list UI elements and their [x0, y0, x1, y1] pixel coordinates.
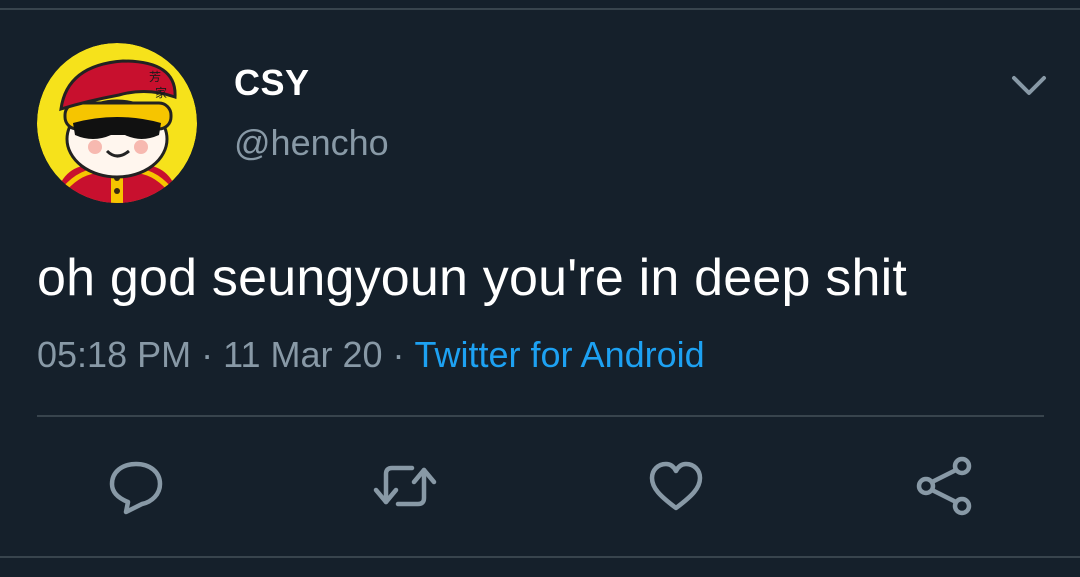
tweet-metadata: 05:18 PM · 11 Mar 20 · Twitter for Android [37, 334, 705, 376]
actions-divider [37, 415, 1044, 417]
retweet-button[interactable] [372, 456, 437, 516]
heart-icon [649, 461, 703, 511]
separator-dot: · [201, 334, 214, 375]
tweet-time: 05:18 PM [37, 334, 192, 375]
author-display-name[interactable]: CSY [234, 62, 310, 104]
tweet-text: oh god seungyoun you're in deep shit [37, 249, 907, 307]
avatar-illustration: 芳 家 [37, 43, 197, 203]
tweet-date: 11 Mar 20 [223, 334, 383, 375]
svg-text:芳: 芳 [149, 70, 161, 84]
top-divider [0, 8, 1080, 10]
separator-dot: · [392, 334, 405, 375]
reply-button[interactable] [106, 456, 166, 516]
author-handle[interactable]: @hencho [234, 122, 389, 164]
share-button[interactable] [914, 456, 974, 516]
retweet-icon [373, 465, 437, 507]
share-icon [916, 456, 972, 516]
like-button[interactable] [646, 456, 706, 516]
reply-icon [109, 461, 163, 515]
chevron-down-icon [1012, 76, 1046, 95]
avatar[interactable]: 芳 家 [37, 43, 197, 203]
svg-text:家: 家 [155, 85, 167, 100]
bottom-divider [0, 556, 1080, 558]
more-options-button[interactable] [1006, 66, 1052, 106]
tweet-source-link[interactable]: Twitter for Android [415, 334, 705, 375]
